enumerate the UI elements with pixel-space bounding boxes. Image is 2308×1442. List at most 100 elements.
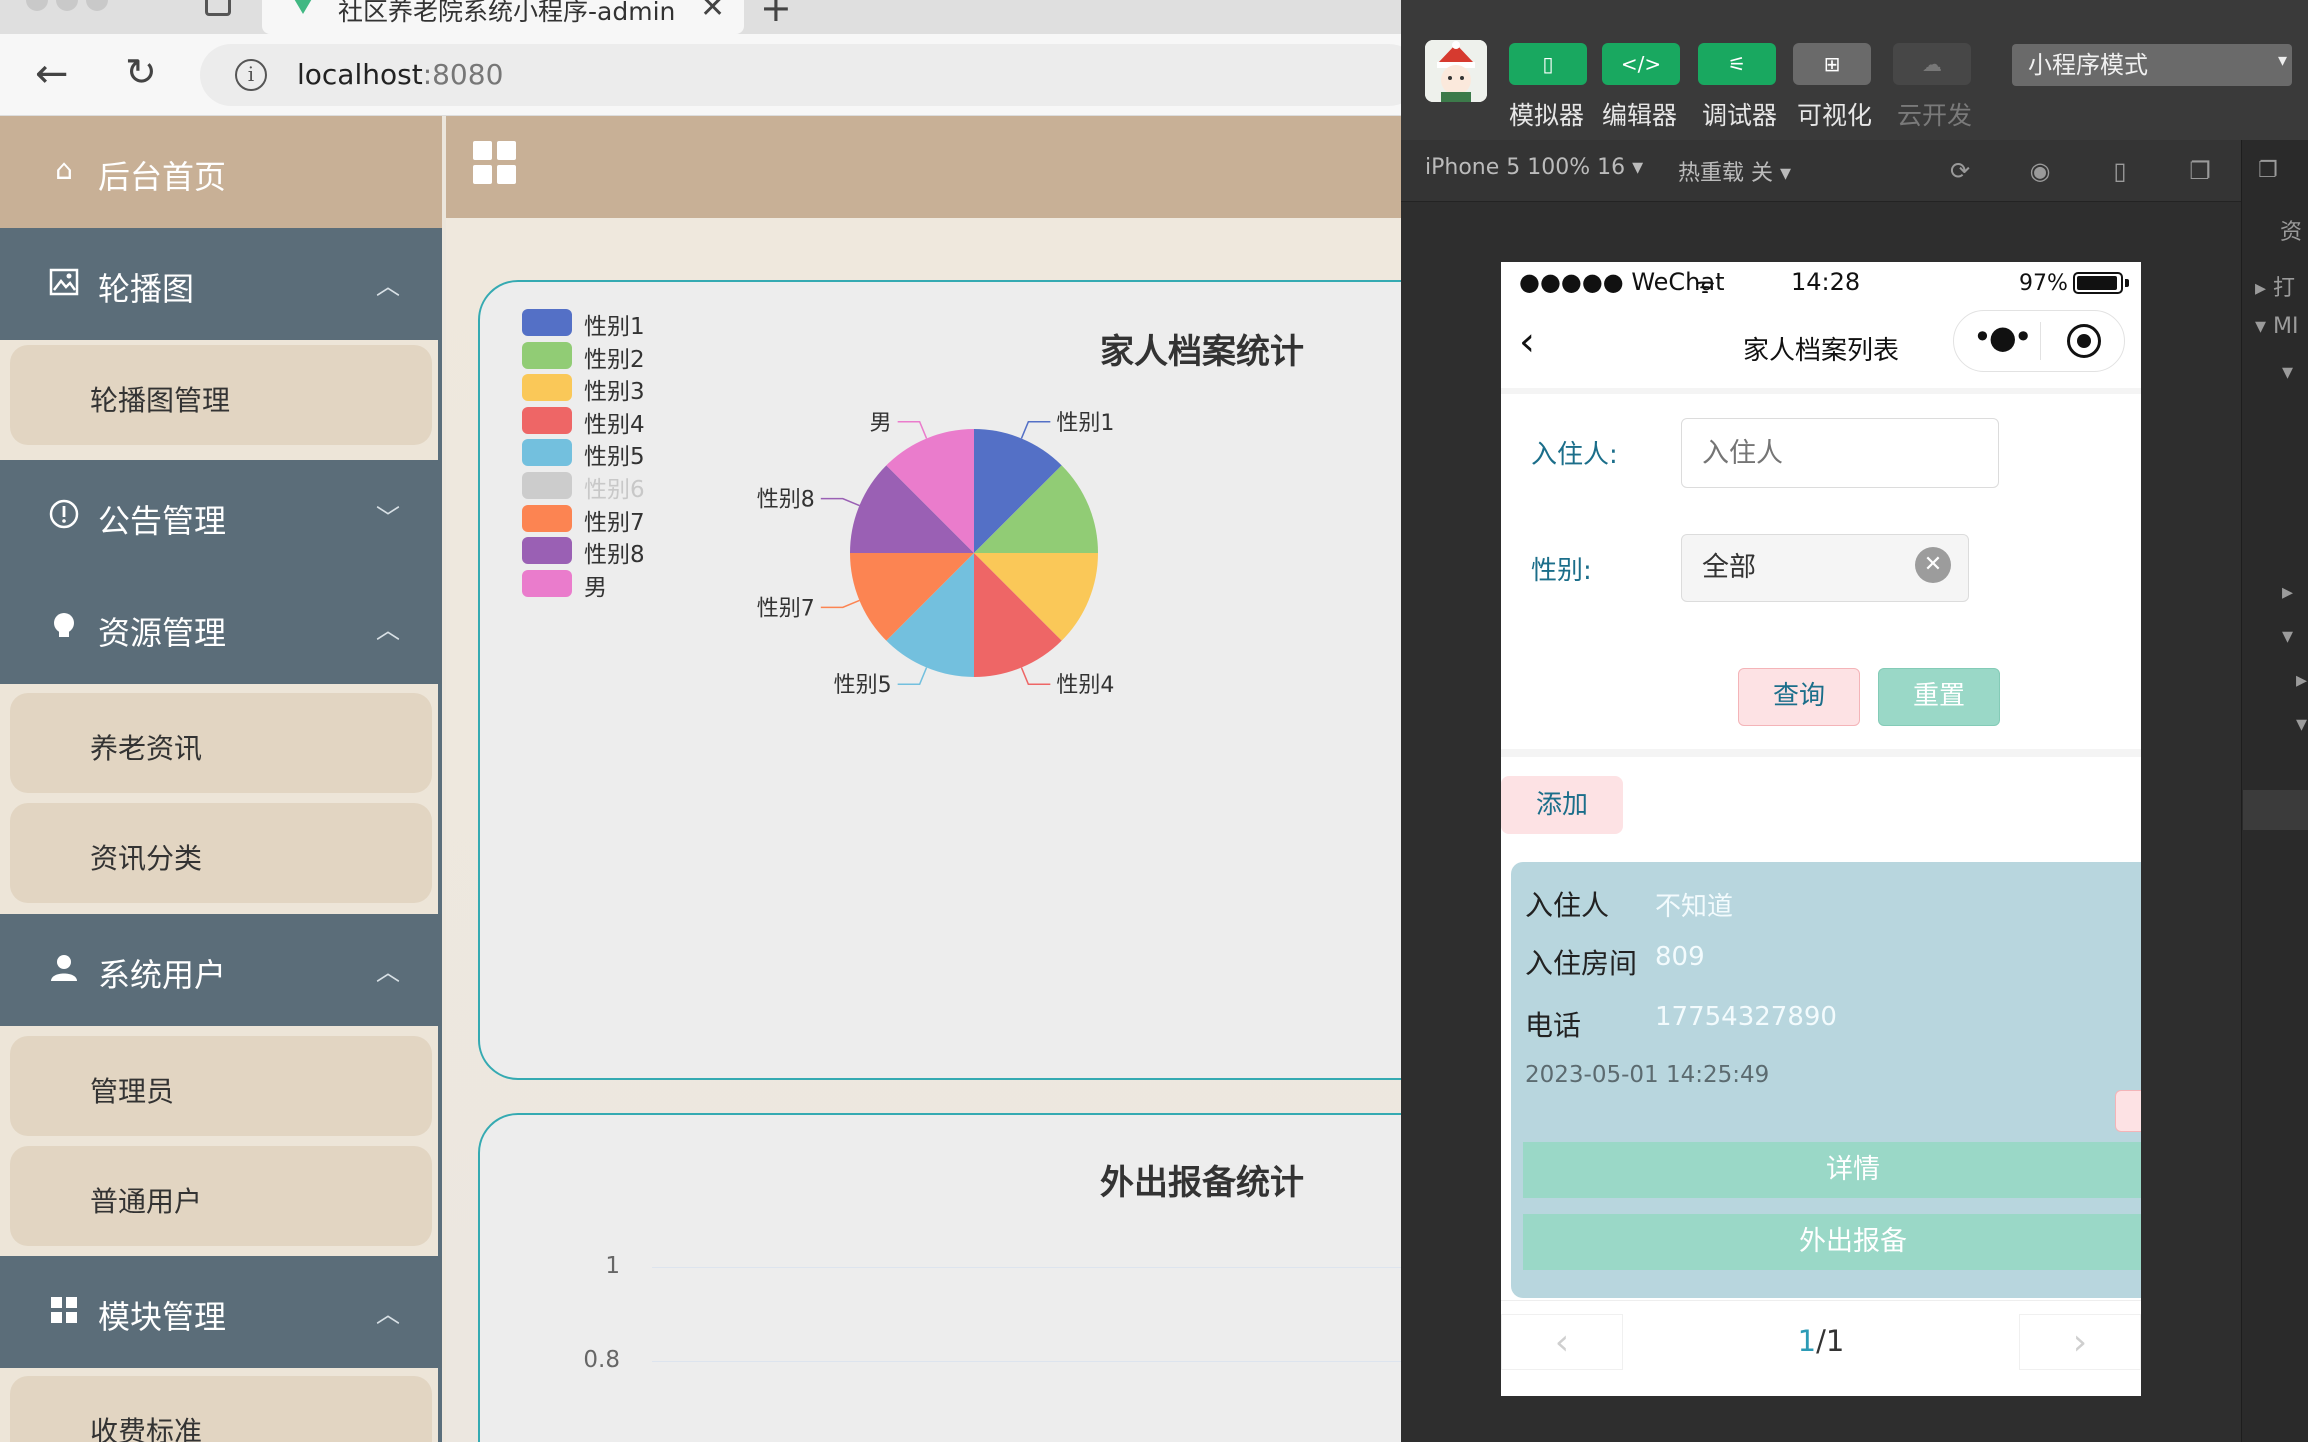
menu-grid-icon[interactable] <box>473 141 517 185</box>
tab-close-icon[interactable]: ✕ <box>700 0 725 25</box>
chevron-up-icon: ︿ <box>376 958 400 986</box>
selected-tree-row[interactable] <box>2243 790 2308 830</box>
chevron-up-icon: ︿ <box>376 1300 400 1328</box>
record-action-button[interactable] <box>2115 1090 2141 1132</box>
phone-simulator: ●●●●● WeChat ᯤ 14:28 97% ‹ 家人档案列表 •●• 入住… <box>1501 262 2141 1396</box>
family-archive-chart-card: 家人档案统计 性别1 性别2 性别3 性别4 性别5 性别6 性别7 性别8 男 性别1 性别4 性… <box>478 280 1478 1080</box>
debugger-label: 调试器 <box>1702 101 1778 130</box>
window-icon[interactable]: ❐ <box>2185 156 2215 186</box>
sidebar-item-elder-news[interactable]: 养老资讯 <box>10 693 432 793</box>
tree-toggle-icon[interactable]: ▾ <box>2296 712 2307 737</box>
sidebar-item-label: 轮播图管理 <box>90 384 231 417</box>
section-divider <box>1501 749 2141 757</box>
debugger-button[interactable]: ⚟ <box>1698 43 1776 85</box>
right-panel-text: 资 <box>2280 220 2303 245</box>
grid-line <box>652 1361 1452 1362</box>
sidebar-item-label: 后台首页 <box>98 158 227 196</box>
sidebar-group-carousel[interactable]: 轮播图 ︿ <box>0 228 442 340</box>
battery-cap <box>2125 279 2129 287</box>
simulator-label: 模拟器 <box>1509 101 1585 130</box>
tree-toggle-icon[interactable]: ▸ <box>2296 668 2307 693</box>
gender-label: 性别: <box>1531 556 1592 586</box>
right-panel-text: ▸ 打 <box>2255 276 2296 301</box>
rotate-icon[interactable]: ⟳ <box>1945 156 1975 186</box>
label-leader-line <box>820 497 860 507</box>
visualize-label: 可视化 <box>1797 101 1873 130</box>
sidebar-group-system-users[interactable]: 系统用户 ︿ <box>0 914 442 1026</box>
avatar[interactable] <box>1425 40 1487 102</box>
url-host: localhost <box>297 58 423 91</box>
home-icon: ⌂ <box>55 153 73 186</box>
new-tab-icon[interactable]: + <box>760 0 792 30</box>
sidebar-item-admin[interactable]: 管理员 <box>10 1036 432 1136</box>
sidebar-item-fee-standard[interactable]: 收费标准 <box>10 1376 432 1442</box>
sidebar-group-label: 模块管理 <box>98 1298 227 1336</box>
capsule-divider <box>2040 322 2041 360</box>
label-leader-line <box>1020 421 1051 439</box>
copy-icon[interactable]: ❐ <box>2258 158 2278 183</box>
slice-label: 性别7 <box>757 596 815 621</box>
visualize-button[interactable]: ⊞ <box>1793 43 1871 85</box>
sidebar-item-news-category[interactable]: 资讯分类 <box>10 803 432 903</box>
search-button[interactable]: 查询 <box>1738 668 1860 726</box>
sidebar-group-resources[interactable]: 资源管理 ︿ <box>0 572 442 684</box>
chevron-down-icon: ﹀ <box>376 504 400 532</box>
clear-icon[interactable]: ✕ <box>1915 547 1951 583</box>
slice-label: 性别1 <box>1056 411 1114 436</box>
editor-button[interactable]: </> <box>1602 43 1680 85</box>
battery-percent: 97% <box>2019 271 2068 296</box>
reset-button[interactable]: 重置 <box>1878 668 2000 726</box>
outing-report-button[interactable]: 外出报备 <box>1523 1214 2141 1270</box>
label-leader-line <box>897 421 928 439</box>
sidebar-item-label: 收费标准 <box>90 1415 203 1442</box>
tree-toggle-icon[interactable]: ▾ <box>2282 360 2293 385</box>
simulator-button[interactable]: ▯ <box>1509 43 1587 85</box>
chevron-down-icon: ▾ <box>2278 50 2288 71</box>
more-dots-icon[interactable]: •●• <box>1973 318 2033 356</box>
url-text: localhost:8080 <box>297 58 503 91</box>
right-panel-text: ▾ MI <box>2255 314 2299 339</box>
add-button[interactable]: 添加 <box>1501 776 1623 834</box>
slice-label: 性别8 <box>757 488 815 513</box>
tree-toggle-icon[interactable]: ▾ <box>2282 624 2293 649</box>
grid-line <box>652 1267 1452 1268</box>
site-info-icon[interactable]: i <box>235 59 267 91</box>
phone-icon[interactable]: ▯ <box>2105 156 2135 186</box>
battery-icon <box>2073 272 2123 294</box>
grid-icon <box>48 1294 80 1326</box>
sidebar-toggle-icon[interactable] <box>205 0 231 16</box>
sidebar-item-carousel-manage[interactable]: 轮播图管理 <box>10 345 432 445</box>
phone-value: 17754327890 <box>1655 1002 1837 1032</box>
pie-chart: 性别1 性别4 性别5 性别7 性别8 男 <box>757 411 1115 698</box>
chart-title: 外出报备统计 <box>1100 1163 1304 1203</box>
record-icon[interactable]: ◉ <box>2025 156 2055 186</box>
slice-label: 性别5 <box>834 673 892 698</box>
detail-button[interactable]: 详情 <box>1523 1142 2141 1198</box>
cloud-dev-button[interactable]: ☁ <box>1893 43 1971 85</box>
y-tick-label: 0.8 <box>583 1347 620 1373</box>
tree-toggle-icon[interactable]: ▸ <box>2282 580 2293 605</box>
resident-key: 入住人 <box>1525 889 1610 922</box>
lightbulb-icon <box>48 610 80 642</box>
sidebar-item-normal-user[interactable]: 普通用户 <box>10 1146 432 1246</box>
back-arrow-icon[interactable]: ← <box>35 54 69 94</box>
right-panel-label: 打 <box>2273 276 2296 301</box>
resident-input[interactable] <box>1681 418 1999 488</box>
sidebar-group-modules[interactable]: 模块管理 ︿ <box>0 1256 442 1368</box>
phone-key: 电话 <box>1525 1009 1582 1042</box>
close-miniprogram-icon[interactable] <box>2067 324 2101 358</box>
carrier-text: ●●●●● WeChat <box>1519 268 1725 296</box>
sidebar-group-notice[interactable]: 公告管理 ﹀ <box>0 460 442 572</box>
resident-value: 不知道 <box>1655 892 1734 922</box>
user-icon <box>48 952 80 984</box>
slice-label: 性别4 <box>1056 673 1114 698</box>
device-select[interactable]: iPhone 5 100% 16 ▾ <box>1425 155 1643 180</box>
reload-icon[interactable]: ↻ <box>125 52 157 92</box>
room-value: 809 <box>1655 942 1705 972</box>
chevron-up-icon: ︿ <box>376 616 400 644</box>
sidebar-item-home[interactable]: ⌂ 后台首页 <box>0 116 442 228</box>
hot-reload-select[interactable]: 热重载 关 ▾ <box>1678 155 1791 187</box>
slice-label: 男 <box>870 411 892 436</box>
y-tick-label: 1 <box>605 1253 620 1279</box>
mode-select[interactable]: 小程序模式 <box>2012 44 2292 86</box>
